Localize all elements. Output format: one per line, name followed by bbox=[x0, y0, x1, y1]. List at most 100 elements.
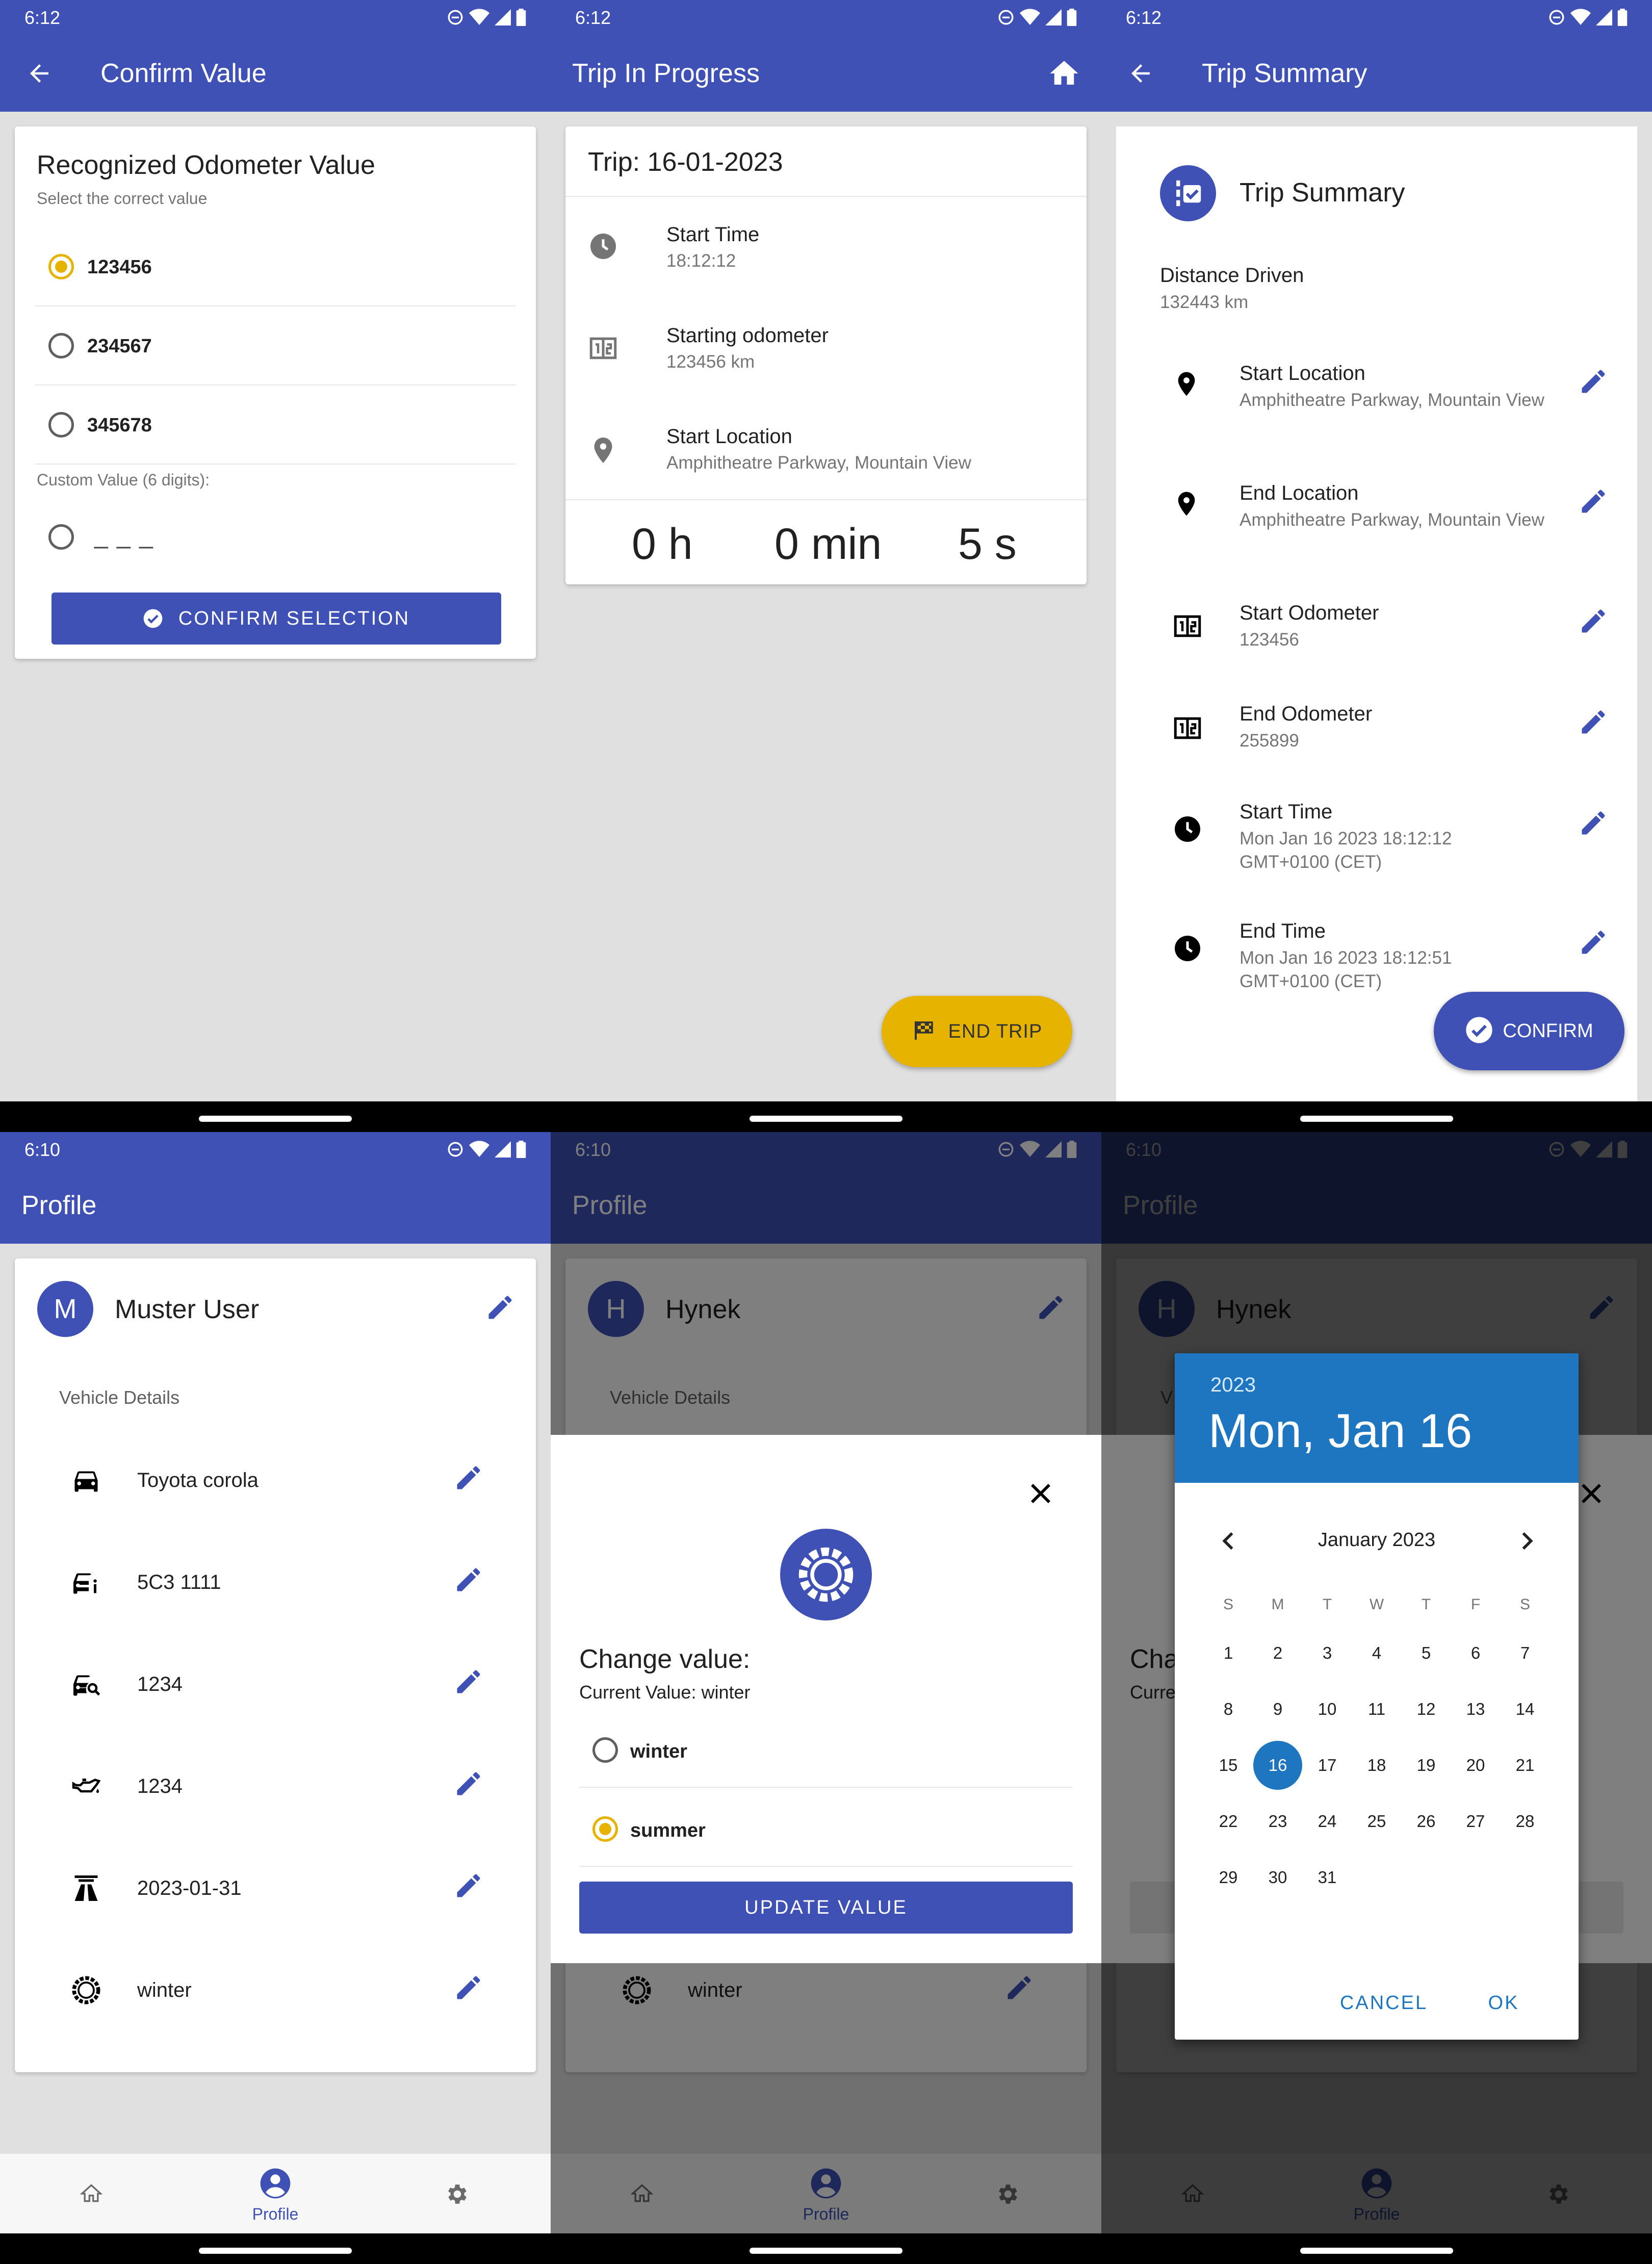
calendar-day[interactable]: 6 bbox=[1451, 1629, 1500, 1678]
tire-type: winter bbox=[137, 1979, 192, 2001]
calendar-day[interactable]: 21 bbox=[1501, 1741, 1550, 1790]
cancel-button[interactable]: CANCEL bbox=[1326, 1983, 1442, 2023]
calendar-day[interactable]: 3 bbox=[1303, 1629, 1352, 1678]
option-label-3[interactable]: 345678 bbox=[87, 415, 152, 436]
home-gesture-pill[interactable] bbox=[199, 1116, 352, 1122]
home-gesture-pill[interactable] bbox=[750, 2248, 902, 2254]
calendar-day[interactable]: 18 bbox=[1352, 1741, 1401, 1790]
calendar-day[interactable]: 25 bbox=[1352, 1797, 1401, 1846]
calendar-day[interactable]: 9 bbox=[1253, 1685, 1302, 1734]
app-bar-title: Trip Summary bbox=[1202, 59, 1367, 88]
option-radio-3[interactable] bbox=[48, 412, 74, 438]
settings-tab-icon[interactable] bbox=[445, 2181, 470, 2207]
edit-vehicle-model-icon[interactable] bbox=[453, 1462, 484, 1493]
home-gesture-pill[interactable] bbox=[199, 2248, 352, 2254]
option-radio-2[interactable] bbox=[48, 333, 74, 358]
tire-icon bbox=[72, 1976, 100, 2004]
edit-vehicle-id-1-icon[interactable] bbox=[453, 1666, 484, 1697]
edit-vignette-date-icon[interactable] bbox=[453, 1870, 484, 1901]
user-name: Muster User bbox=[115, 1295, 260, 1324]
system-nav-bar bbox=[1101, 2233, 1652, 2264]
summer-radio[interactable] bbox=[592, 1816, 618, 1842]
start-odometer-label: Start Odometer bbox=[1240, 602, 1379, 624]
back-arrow-icon[interactable] bbox=[25, 60, 53, 87]
calendar-day[interactable]: 27 bbox=[1451, 1797, 1500, 1846]
app-bar-title: Profile bbox=[21, 1191, 97, 1220]
calendar-day[interactable]: 5 bbox=[1402, 1629, 1451, 1678]
calendar-day[interactable]: 20 bbox=[1451, 1741, 1500, 1790]
distance-label: Distance Driven bbox=[1160, 264, 1304, 287]
update-value-button[interactable]: UPDATE VALUE bbox=[579, 1882, 1073, 1934]
edit-end-odometer-icon[interactable] bbox=[1578, 707, 1609, 737]
home-gesture-pill[interactable] bbox=[1300, 2248, 1453, 2254]
calendar-day[interactable]: 22 bbox=[1204, 1797, 1253, 1846]
calendar-day[interactable]: 28 bbox=[1501, 1797, 1550, 1846]
status-bar: 6:12 bbox=[1101, 0, 1652, 35]
custom-radio[interactable] bbox=[48, 524, 74, 550]
calendar-day[interactable]: 2 bbox=[1253, 1629, 1302, 1678]
winter-radio[interactable] bbox=[592, 1737, 618, 1763]
chevron-right-icon[interactable] bbox=[1513, 1528, 1540, 1554]
edit-start-location-icon[interactable] bbox=[1578, 366, 1609, 397]
option-label-2[interactable]: 234567 bbox=[87, 336, 152, 357]
trip-title: Trip: 16-01-2023 bbox=[588, 147, 783, 177]
calendar-day[interactable]: 14 bbox=[1501, 1685, 1550, 1734]
timer-hours: 0 h bbox=[632, 520, 693, 569]
card-subtitle: Select the correct value bbox=[37, 189, 208, 208]
winter-option-label[interactable]: winter bbox=[630, 1741, 687, 1763]
calendar-day[interactable]: 8 bbox=[1204, 1685, 1253, 1734]
close-icon[interactable] bbox=[1026, 1479, 1055, 1508]
edit-end-time-icon[interactable] bbox=[1578, 927, 1609, 958]
option-label-1[interactable]: 123456 bbox=[87, 256, 152, 278]
system-nav-bar bbox=[0, 2233, 551, 2264]
edit-vehicle-id-2-icon[interactable] bbox=[453, 1768, 484, 1799]
end-location-value: Amphitheatre Parkway, Mountain View bbox=[1240, 510, 1544, 530]
back-arrow-icon[interactable] bbox=[1127, 60, 1154, 87]
calendar-day[interactable]: 30 bbox=[1253, 1853, 1302, 1902]
calendar-day[interactable]: 19 bbox=[1402, 1741, 1451, 1790]
edit-start-time-icon[interactable] bbox=[1578, 808, 1609, 838]
calendar-day[interactable]: 29 bbox=[1204, 1853, 1253, 1902]
picker-selected-date[interactable]: Mon, Jan 16 bbox=[1208, 1403, 1472, 1458]
calendar-day[interactable]: 4 bbox=[1352, 1629, 1401, 1678]
summer-option-label[interactable]: summer bbox=[630, 1820, 706, 1842]
calendar-day[interactable]: 7 bbox=[1501, 1629, 1550, 1678]
calendar-day[interactable]: 11 bbox=[1352, 1685, 1401, 1734]
calendar-day[interactable]: 31 bbox=[1303, 1853, 1352, 1902]
edit-profile-icon[interactable] bbox=[485, 1292, 515, 1323]
calendar-day[interactable]: 13 bbox=[1451, 1685, 1500, 1734]
odometer-icon bbox=[589, 337, 617, 359]
calendar-day[interactable]: 26 bbox=[1402, 1797, 1451, 1846]
status-bar: 6:12 bbox=[551, 0, 1101, 35]
calendar-day[interactable]: 1 bbox=[1204, 1629, 1253, 1678]
end-trip-button[interactable]: END TRIP bbox=[882, 996, 1072, 1067]
picker-year[interactable]: 2023 bbox=[1210, 1374, 1256, 1397]
edit-start-odometer-icon[interactable] bbox=[1578, 606, 1609, 636]
calendar-day[interactable]: 24 bbox=[1303, 1797, 1352, 1846]
confirm-fab[interactable]: CONFIRM bbox=[1434, 992, 1624, 1070]
confirm-label: CONFIRM bbox=[1503, 1020, 1593, 1042]
dnd-icon bbox=[1549, 10, 1564, 25]
calendar-day[interactable]: 12 bbox=[1402, 1685, 1451, 1734]
calendar-day[interactable]: 23 bbox=[1253, 1797, 1302, 1846]
confirm-selection-button[interactable]: CONFIRM SELECTION bbox=[51, 593, 501, 645]
option-radio-1[interactable] bbox=[48, 254, 74, 279]
calendar-day[interactable]: 10 bbox=[1303, 1685, 1352, 1734]
divider bbox=[35, 384, 515, 385]
profile-tab-icon[interactable] bbox=[259, 2167, 292, 2200]
home-icon[interactable] bbox=[1047, 57, 1081, 90]
edit-tire-type-icon[interactable] bbox=[453, 1972, 484, 2003]
calendar-day-selected[interactable]: 16 bbox=[1253, 1741, 1302, 1790]
home-tab-icon[interactable] bbox=[80, 2182, 102, 2205]
screen-trip-summary: 6:12 Trip Summary Trip Summary Distance … bbox=[1101, 0, 1652, 1132]
home-gesture-pill[interactable] bbox=[1300, 1116, 1453, 1122]
calendar-day[interactable]: 17 bbox=[1303, 1741, 1352, 1790]
profile-tab-label[interactable]: Profile bbox=[224, 2205, 326, 2224]
edit-end-location-icon[interactable] bbox=[1578, 486, 1609, 517]
home-gesture-pill[interactable] bbox=[750, 1116, 902, 1122]
ok-button[interactable]: OK bbox=[1465, 1983, 1542, 2023]
location-pin-icon bbox=[594, 438, 612, 463]
calendar-day[interactable]: 15 bbox=[1204, 1741, 1253, 1790]
edit-license-plate-icon[interactable] bbox=[453, 1564, 484, 1595]
custom-value-input[interactable]: _ _ _ bbox=[94, 522, 154, 550]
